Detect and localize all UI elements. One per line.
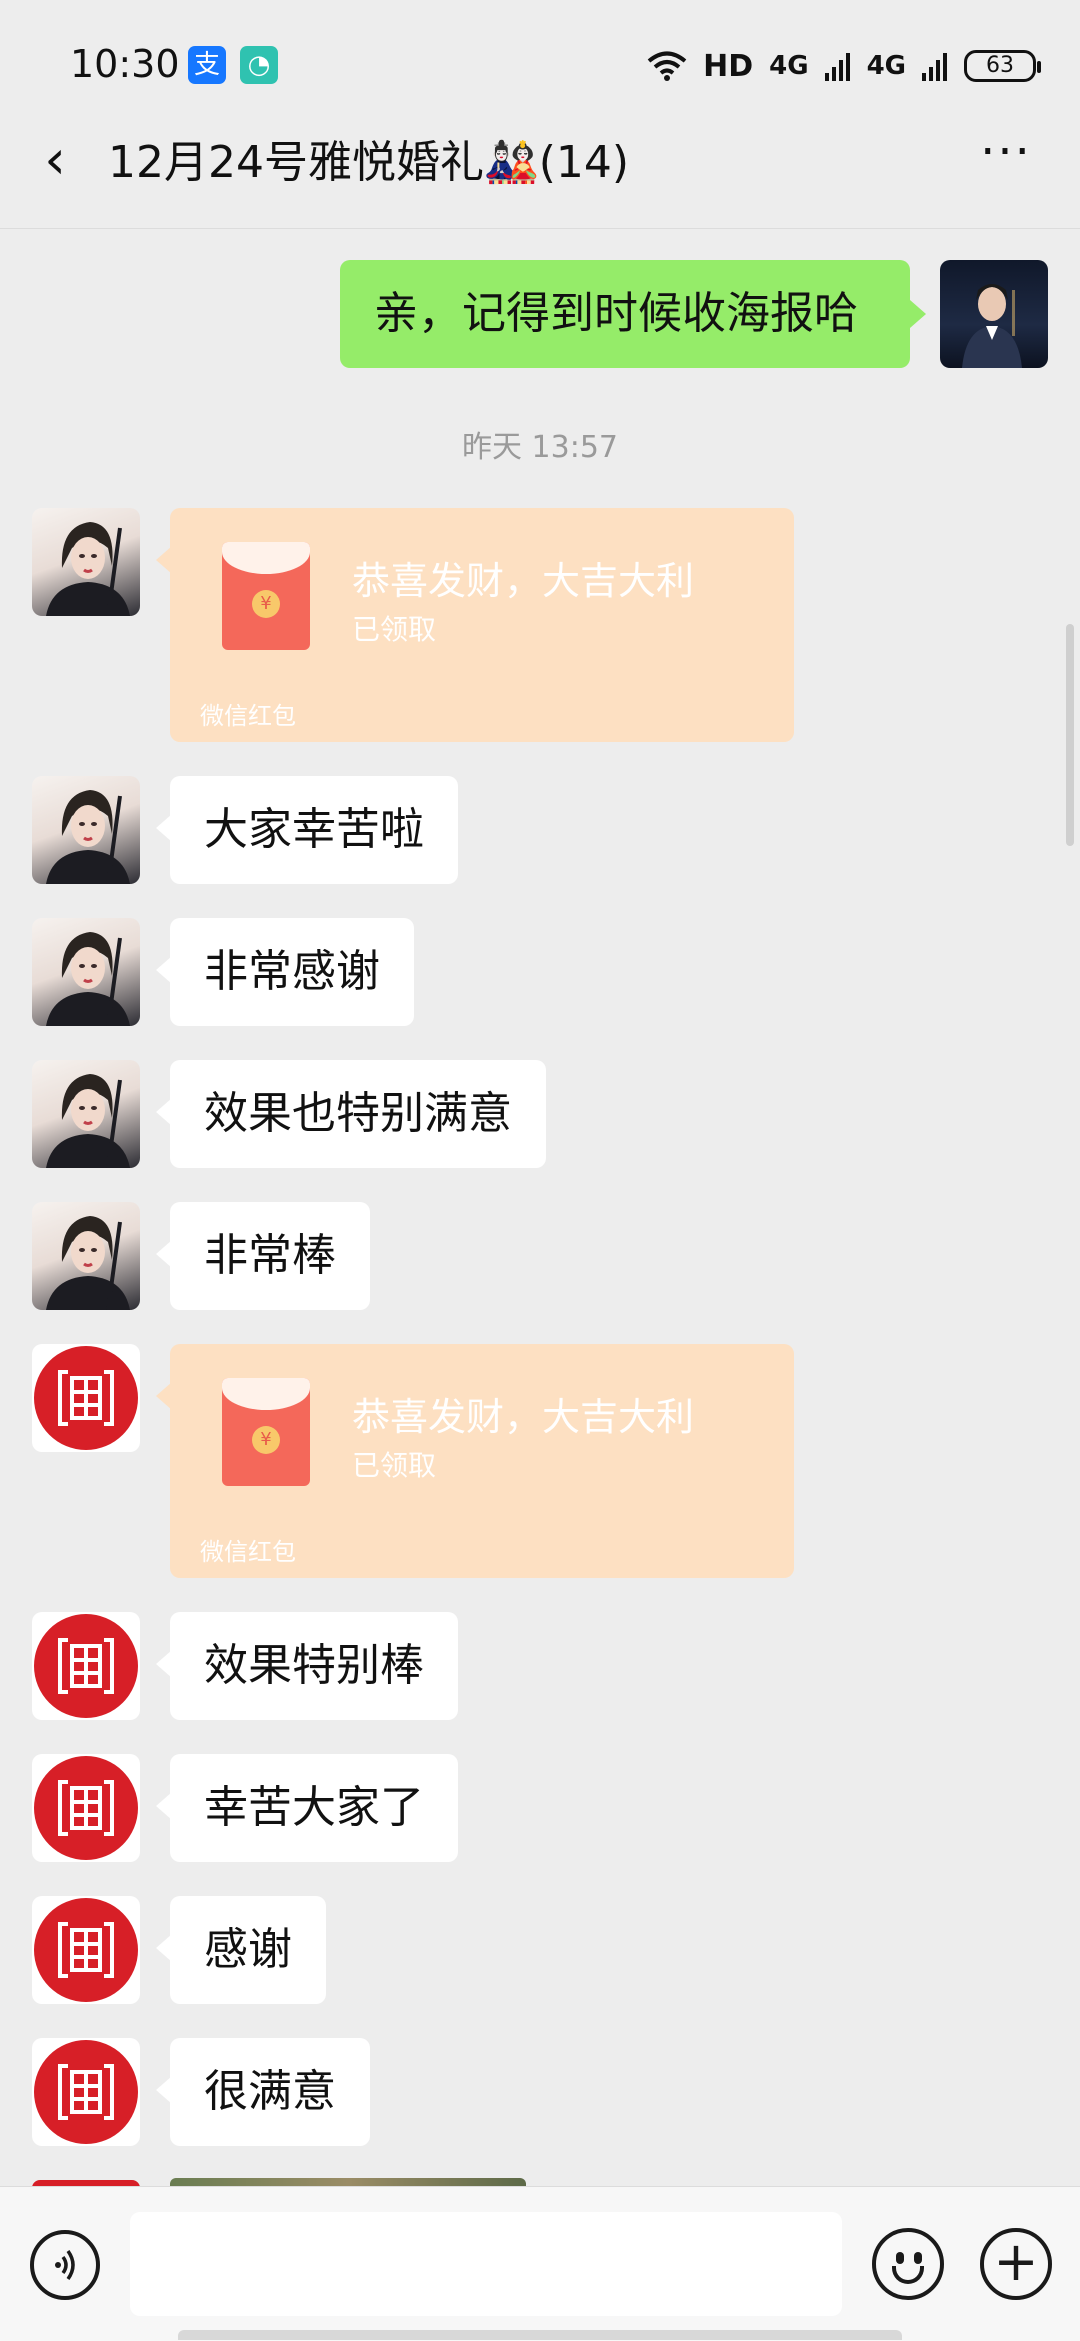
message-bubble[interactable]: 很满意: [156, 2038, 370, 2146]
member-avatar-lady[interactable]: [32, 918, 140, 1026]
member-avatar-logo[interactable]: [32, 1612, 140, 1720]
outgoing-message-bubble[interactable]: 亲，记得到时候收海报哈: [340, 260, 926, 368]
message-timestamp: 昨天 13:57: [462, 430, 618, 465]
smile-icon: [892, 2266, 924, 2284]
lady-portrait-icon: [46, 932, 130, 1026]
signal-strength-icon-2: 4G: [866, 51, 906, 81]
red-packet-card[interactable]: ¥ 恭喜发财，大吉大利 已领取 微信红包: [156, 508, 794, 742]
emoji-eye-left: [896, 2252, 904, 2264]
emoji-button[interactable]: [872, 2228, 944, 2300]
message-bubble[interactable]: 效果也特别满意: [156, 1060, 546, 1168]
signal-strength-icon: 4G: [769, 51, 809, 81]
member-avatar-logo[interactable]: [32, 1896, 140, 2004]
red-packet-card[interactable]: ¥ 恭喜发财，大吉大利 已领取 微信红包: [156, 1344, 794, 1578]
red-packet-status: 已领取: [352, 1449, 437, 1482]
red-packet-title: 恭喜发财，大吉大利: [352, 1395, 695, 1439]
member-avatar-logo[interactable]: [32, 1344, 140, 1452]
member-avatar-lady[interactable]: [32, 508, 140, 616]
red-packet-status: 已领取: [352, 613, 437, 646]
red-seal-logo-icon: [34, 1614, 138, 1718]
emoji-eye-right: [914, 2252, 922, 2264]
plus-icon[interactable]: +: [980, 2228, 1052, 2300]
red-seal-logo-icon: [34, 1346, 138, 1450]
red-packet-label: 微信红包: [200, 702, 296, 730]
message-bubble[interactable]: 非常感谢: [156, 918, 414, 1026]
battery-icon: 63: [964, 50, 1041, 82]
lady-portrait-icon: [46, 1216, 130, 1310]
wifi-icon: [647, 51, 687, 81]
alipay-icon: 支: [188, 46, 226, 84]
yuan-coin-icon: ¥: [252, 590, 280, 618]
red-packet-title: 恭喜发财，大吉大利: [352, 559, 695, 603]
hd-indicator: HD: [703, 48, 754, 84]
lady-portrait-icon: [46, 522, 130, 616]
voice-wave-icon: [55, 2249, 75, 2281]
signal-bars-icon: [824, 53, 850, 81]
member-avatar-lady[interactable]: [32, 1060, 140, 1168]
red-seal-logo-icon: [34, 2040, 138, 2144]
chat-title[interactable]: 12月24号雅悦婚礼🎎(14): [108, 133, 629, 193]
my-avatar[interactable]: [940, 260, 1048, 368]
message-bubble[interactable]: 非常棒: [156, 1202, 370, 1310]
lady-portrait-icon: [46, 790, 130, 884]
message-input[interactable]: [130, 2212, 842, 2316]
scrollbar[interactable]: [1066, 624, 1074, 846]
status-time: 10:30: [70, 42, 180, 86]
red-seal-logo-icon: [34, 1898, 138, 2002]
message-bubble[interactable]: 感谢: [156, 1896, 326, 2004]
red-packet-label: 微信红包: [200, 1538, 296, 1566]
chat-bubble-icon: ◔: [240, 46, 278, 84]
more-options-icon[interactable]: ···: [966, 128, 1046, 190]
member-avatar-lady[interactable]: [32, 776, 140, 884]
message-bubble[interactable]: 效果特别棒: [156, 1612, 458, 1720]
voice-input-button[interactable]: [30, 2230, 100, 2300]
person-icon: [962, 284, 1022, 368]
message-bubble[interactable]: 幸苦大家了: [156, 1754, 458, 1862]
message-bubble[interactable]: 大家幸苦啦: [156, 776, 458, 884]
red-seal-logo-icon: [34, 1756, 138, 1860]
status-indicators: HD 4G 4G 63: [647, 44, 1041, 88]
member-avatar-lady[interactable]: [32, 1202, 140, 1310]
lady-portrait-icon: [46, 1074, 130, 1168]
back-icon[interactable]: ‹: [30, 130, 80, 190]
member-avatar-logo[interactable]: [32, 2038, 140, 2146]
member-avatar-logo[interactable]: [32, 1754, 140, 1862]
yuan-coin-icon: ¥: [252, 1426, 280, 1454]
keyboard-peek: [178, 2330, 902, 2340]
signal-bars-icon-2: [922, 53, 947, 81]
